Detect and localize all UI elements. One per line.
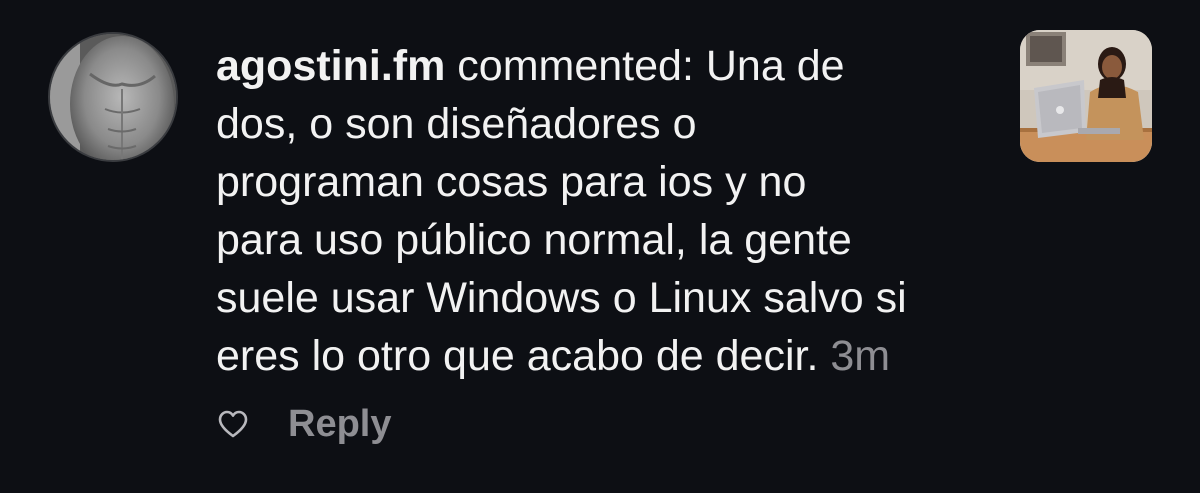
comment-line-4: para uso público normal, la gente	[216, 216, 852, 264]
reply-button[interactable]: Reply	[288, 403, 391, 446]
comment-line-6: eres lo otro que acabo de decir.	[216, 332, 819, 380]
post-thumbnail[interactable]	[1020, 30, 1152, 162]
comment-actions: Reply	[216, 398, 391, 450]
comment-line-5: suele usar Windows o Linux salvo si	[216, 274, 907, 322]
comment-notification[interactable]: agostini.fm commented: Una de dos, o son …	[0, 0, 1200, 493]
comment-username[interactable]: agostini.fm	[216, 42, 445, 90]
comment-line-3: programan cosas para ios y no	[216, 158, 807, 206]
avatar-image	[50, 34, 176, 160]
comment-line-2: dos, o son diseñadores o	[216, 100, 697, 148]
like-button[interactable]	[216, 407, 250, 441]
post-thumbnail-image	[1020, 30, 1152, 162]
comment-line-1: Una de	[705, 42, 845, 90]
comment-timestamp: 3m	[830, 332, 891, 380]
comment-verb: commented:	[457, 42, 694, 90]
comment-text: agostini.fm commented: Una de dos, o son …	[216, 37, 1006, 385]
user-avatar[interactable]	[48, 32, 178, 162]
heart-outline-icon	[218, 410, 248, 438]
